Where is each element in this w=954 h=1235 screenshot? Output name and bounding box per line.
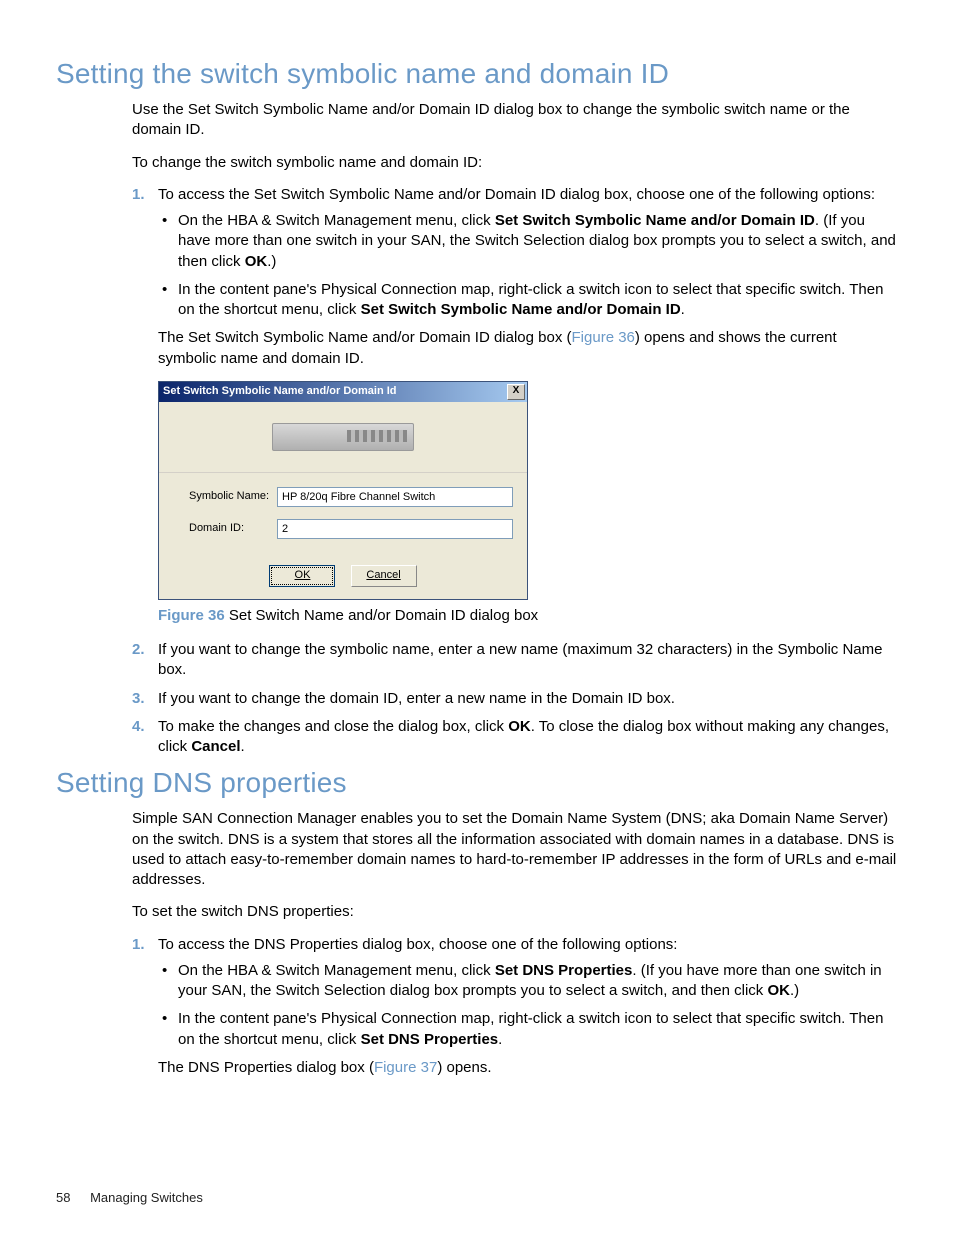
menu-command: Set DNS Properties [361, 1031, 499, 1048]
page-footer: 58 Managing Switches [56, 1190, 203, 1205]
text-run: . [681, 301, 685, 318]
ok-label: OK [767, 982, 790, 999]
figure-caption: Figure 36 Set Switch Name and/or Domain … [158, 606, 898, 626]
step-text: To access the DNS Properties dialog box,… [158, 936, 677, 953]
cancel-button-label: Cancel [366, 569, 400, 581]
page-number: 58 [56, 1190, 70, 1205]
figure-36-dialog: Set Switch Symbolic Name and/or Domain I… [158, 381, 898, 600]
dns-intro-paragraph: Simple SAN Connection Manager enables yo… [132, 809, 898, 890]
footer-title: Managing Switches [90, 1190, 203, 1205]
step-number: 1. [132, 935, 145, 955]
domain-id-label: Domain ID: [189, 521, 277, 536]
domain-id-input[interactable]: 2 [277, 519, 513, 539]
lead-in-paragraph: To change the switch symbolic name and d… [132, 153, 898, 173]
step-3: 3. If you want to change the domain ID, … [132, 689, 898, 709]
step-number: 1. [132, 185, 145, 205]
option-bullet-menu: On the HBA & Switch Management menu, cli… [158, 211, 898, 272]
dns-lead-in: To set the switch DNS properties: [132, 902, 898, 922]
step-1: 1. To access the Set Switch Symbolic Nam… [132, 185, 898, 626]
step-number: 2. [132, 640, 145, 660]
dns-step-result: The DNS Properties dialog box (Figure 37… [158, 1058, 898, 1078]
menu-command: Set Switch Symbolic Name and/or Domain I… [495, 212, 815, 229]
step-number: 3. [132, 689, 145, 709]
section-heading-dns: Setting DNS properties [56, 767, 898, 799]
cancel-button[interactable]: Cancel [351, 565, 417, 587]
menu-command: Set DNS Properties [495, 962, 633, 979]
figure-caption-text: Set Switch Name and/or Domain ID dialog … [225, 607, 538, 624]
step-2: 2. If you want to change the symbolic na… [132, 640, 898, 681]
step-text: If you want to change the domain ID, ent… [158, 690, 675, 707]
text-run: In the content pane's Physical Connectio… [178, 1010, 883, 1047]
dialog-image-area [159, 402, 527, 473]
ok-button-label: OK [295, 569, 311, 581]
close-icon[interactable]: X [507, 384, 525, 400]
text-run: . [498, 1031, 502, 1048]
ok-label: OK [508, 718, 531, 735]
step-text: To access the Set Switch Symbolic Name a… [158, 186, 875, 203]
text-run: The DNS Properties dialog box ( [158, 1059, 374, 1076]
dialog-form: Symbolic Name: HP 8/20q Fibre Channel Sw… [159, 473, 527, 557]
step-4: 4. To make the changes and close the dia… [132, 717, 898, 758]
menu-command: Set Switch Symbolic Name and/or Domain I… [361, 301, 681, 318]
symbolic-name-input[interactable]: HP 8/20q Fibre Channel Switch [277, 487, 513, 507]
symbolic-name-label: Symbolic Name: [189, 489, 277, 504]
option-bullet-rightclick: In the content pane's Physical Connectio… [158, 280, 898, 321]
figure-link-36[interactable]: Figure 36 [572, 329, 635, 346]
section-heading-symbolic: Setting the switch symbolic name and dom… [56, 58, 898, 90]
text-run: . [241, 738, 245, 755]
figure-link-37[interactable]: Figure 37 [374, 1059, 437, 1076]
step-text: If you want to change the symbolic name,… [158, 641, 883, 678]
text-run: To make the changes and close the dialog… [158, 718, 508, 735]
text-run: On the HBA & Switch Management menu, cli… [178, 212, 495, 229]
text-run: The Set Switch Symbolic Name and/or Doma… [158, 329, 572, 346]
text-run: .) [790, 982, 799, 999]
dns-option-bullet-menu: On the HBA & Switch Management menu, cli… [158, 961, 898, 1002]
text-run: .) [267, 253, 276, 270]
dns-option-bullet-rightclick: In the content pane's Physical Connectio… [158, 1009, 898, 1050]
dialog-titlebar: Set Switch Symbolic Name and/or Domain I… [159, 382, 527, 402]
ok-button[interactable]: OK [269, 565, 335, 587]
cancel-label: Cancel [191, 738, 240, 755]
intro-paragraph: Use the Set Switch Symbolic Name and/or … [132, 100, 898, 141]
switch-device-icon [272, 423, 414, 451]
step-number: 4. [132, 717, 145, 737]
ok-label: OK [245, 253, 268, 270]
text-run: ) opens. [437, 1059, 491, 1076]
text-run: On the HBA & Switch Management menu, cli… [178, 962, 495, 979]
figure-label: Figure 36 [158, 607, 225, 624]
dialog-title-text: Set Switch Symbolic Name and/or Domain I… [163, 384, 507, 399]
dns-step-1: 1. To access the DNS Properties dialog b… [132, 935, 898, 1079]
step-result: The Set Switch Symbolic Name and/or Doma… [158, 328, 898, 369]
